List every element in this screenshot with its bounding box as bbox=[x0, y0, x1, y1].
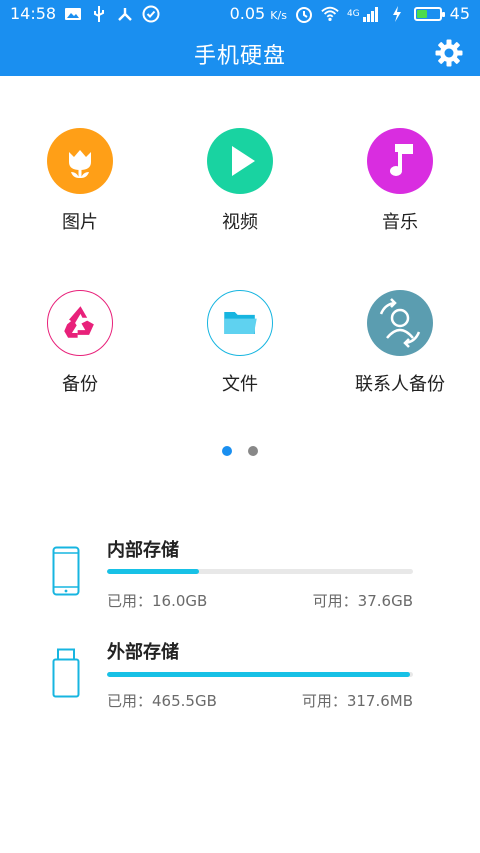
contact-backup-circle bbox=[367, 290, 433, 356]
page-indicator bbox=[0, 441, 480, 460]
usb-drive-icon bbox=[52, 648, 80, 698]
wifi-icon bbox=[321, 6, 339, 21]
status-time: 14:58 bbox=[10, 4, 57, 23]
contact-sync-icon bbox=[379, 298, 421, 348]
storage-used: 已用：465.5GB bbox=[107, 692, 217, 710]
music-circle bbox=[367, 128, 433, 194]
folder-icon bbox=[223, 312, 257, 334]
grid-item-label: 音乐 bbox=[382, 212, 418, 233]
grid-item-contact-backup[interactable]: 联系人备份 bbox=[320, 290, 480, 396]
phone-icon bbox=[52, 546, 80, 596]
grid-item-pictures[interactable]: 图片 bbox=[0, 128, 160, 234]
image-icon bbox=[65, 7, 82, 20]
storage-usage-fill bbox=[107, 569, 199, 574]
page-dot-active[interactable] bbox=[222, 446, 233, 456]
grid-item-videos[interactable]: 视频 bbox=[160, 128, 320, 234]
battery-fill bbox=[416, 9, 427, 18]
charging-icon bbox=[392, 5, 401, 22]
status-bar: 14:58 0.05 K/s 4G 45 bbox=[0, 0, 480, 30]
grid-item-label: 视频 bbox=[222, 212, 258, 233]
check-circle-icon bbox=[142, 5, 160, 22]
storage-title: 外部存储 bbox=[107, 642, 179, 663]
grid-item-label: 备份 bbox=[62, 374, 98, 395]
signal-icon bbox=[362, 6, 378, 22]
storage-external[interactable]: 外部存储 已用：465.5GB 可用：317.6MB bbox=[0, 638, 480, 718]
storage-usage-bar bbox=[107, 569, 413, 574]
top-bar: 14:58 0.05 K/s 4G 45 手机硬盘 bbox=[0, 0, 480, 76]
grid-item-music[interactable]: 音乐 bbox=[320, 128, 480, 234]
storage-title: 内部存储 bbox=[107, 540, 179, 561]
music-note-icon bbox=[390, 144, 413, 176]
storage-usage-fill bbox=[107, 672, 410, 677]
pictures-circle bbox=[47, 128, 113, 194]
storage-used: 已用：16.0GB bbox=[107, 592, 208, 610]
storage-internal[interactable]: 内部存储 已用：16.0GB 可用：37.6GB bbox=[0, 536, 480, 616]
grid-item-files[interactable]: 文件 bbox=[160, 290, 320, 396]
share-icon bbox=[118, 7, 132, 21]
grid-item-label: 文件 bbox=[222, 374, 258, 395]
tulip-icon bbox=[69, 150, 91, 178]
grid-item-label: 联系人备份 bbox=[355, 374, 445, 395]
net-speed-value: 0.05 bbox=[229, 4, 266, 23]
files-circle bbox=[207, 290, 273, 356]
backup-circle bbox=[47, 290, 113, 356]
usb-icon bbox=[94, 5, 105, 22]
play-icon bbox=[232, 146, 255, 176]
storage-free: 可用：37.6GB bbox=[312, 592, 413, 610]
page-title: 手机硬盘 bbox=[193, 44, 286, 69]
battery-icon bbox=[413, 6, 445, 21]
page-dot[interactable] bbox=[247, 446, 258, 456]
videos-circle bbox=[207, 128, 273, 194]
grid-item-label: 图片 bbox=[62, 212, 98, 233]
storage-free: 可用：317.6MB bbox=[301, 692, 413, 710]
net-speed-unit: K/s bbox=[270, 9, 287, 22]
battery-level: 45 bbox=[449, 4, 470, 23]
grid-item-backup[interactable]: 备份 bbox=[0, 290, 160, 396]
gear-icon[interactable] bbox=[434, 38, 464, 68]
clock-icon bbox=[295, 6, 312, 23]
net-speed: 0.05 K/s bbox=[230, 4, 287, 23]
storage-usage-bar bbox=[107, 672, 413, 677]
network-type: 4G bbox=[346, 8, 360, 19]
recycle-icon bbox=[63, 306, 94, 338]
